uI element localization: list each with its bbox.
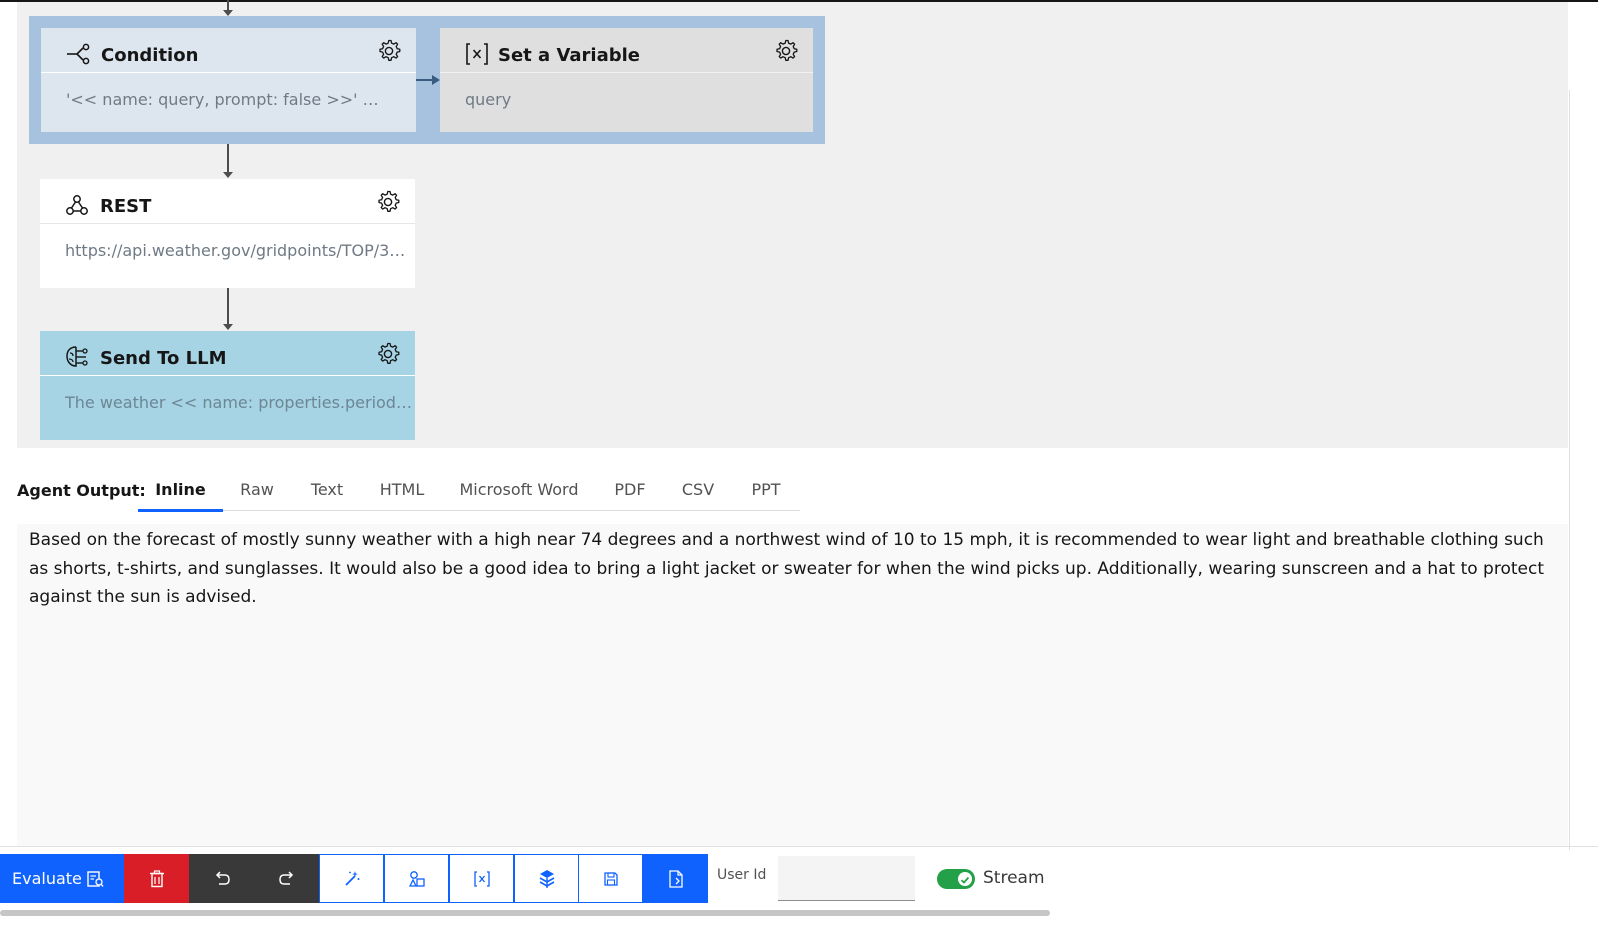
connector-arrow-rest-to-llm xyxy=(223,288,233,330)
node-subtitle: '<< name: query, prompt: false >>' == '' xyxy=(66,90,386,109)
toolbar-divider xyxy=(0,846,1598,847)
delete-button[interactable] xyxy=(124,854,189,903)
node-title: Condition xyxy=(101,45,199,66)
node-header xyxy=(40,179,415,223)
node-subtitle: The weather << name: properties.periods[… xyxy=(65,393,415,412)
webhook-icon xyxy=(66,195,88,215)
tab-raw[interactable]: Raw xyxy=(229,466,285,512)
tab-text[interactable]: Text xyxy=(299,466,355,512)
undo-icon xyxy=(215,870,230,885)
output-panel[interactable]: Based on the forecast of mostly sunny we… xyxy=(17,524,1568,846)
stream-label: Stream xyxy=(983,868,1045,888)
redo-button[interactable] xyxy=(254,854,319,903)
agent-button[interactable] xyxy=(514,854,579,903)
node-header xyxy=(41,28,416,72)
node-rest[interactable]: REST https://api.weather.gov/gridpoints/… xyxy=(40,179,415,288)
trash-icon xyxy=(149,869,164,887)
shapes-icon xyxy=(408,870,425,887)
gear-icon[interactable] xyxy=(375,189,401,215)
scrollbar-track[interactable] xyxy=(1569,90,1570,850)
gear-icon[interactable] xyxy=(773,38,799,64)
undo-button[interactable] xyxy=(189,854,254,903)
tab-csv[interactable]: CSV xyxy=(673,466,723,512)
stream-toggle[interactable] xyxy=(937,869,975,889)
variable-icon xyxy=(466,43,488,65)
tab-html[interactable]: HTML xyxy=(369,466,435,512)
export-button[interactable] xyxy=(643,854,708,903)
node-title: Send To LLM xyxy=(100,348,227,369)
evaluate-label: Evaluate xyxy=(12,869,82,888)
node-subtitle: https://api.weather.gov/gridpoints/TOP/3… xyxy=(65,241,415,260)
tab-pdf[interactable]: PDF xyxy=(603,466,657,512)
agent-output-label: Agent Output: xyxy=(17,481,146,500)
checkmark-icon xyxy=(960,876,970,884)
output-text: Based on the forecast of mostly sunny we… xyxy=(29,530,1544,607)
variables-button[interactable] xyxy=(449,854,514,903)
connector-arrow-condition-to-variable xyxy=(414,75,440,85)
tab-inline[interactable]: Inline xyxy=(138,466,223,512)
vertical-scrollbar[interactable] xyxy=(1568,2,1598,850)
horizontal-scrollbar[interactable] xyxy=(0,910,1050,916)
node-divider xyxy=(440,72,813,73)
node-divider xyxy=(41,72,416,73)
variable-icon xyxy=(473,870,490,887)
agent-icon xyxy=(539,869,554,888)
gear-icon[interactable] xyxy=(376,38,402,64)
tab-ppt[interactable]: PPT xyxy=(741,466,791,512)
node-divider xyxy=(40,375,415,376)
tab-microsoft-word[interactable]: Microsoft Word xyxy=(451,466,587,512)
gear-icon[interactable] xyxy=(375,341,401,367)
node-subtitle: query xyxy=(465,90,512,109)
node-divider xyxy=(40,223,415,224)
toggle-knob xyxy=(958,872,972,886)
ai-brain-icon xyxy=(66,346,88,367)
shapes-button[interactable] xyxy=(384,854,449,903)
evaluate-icon xyxy=(87,870,104,887)
node-set-variable[interactable]: Set a Variable query xyxy=(440,28,813,132)
connector-arrow-group-to-rest xyxy=(223,144,233,178)
branch-icon xyxy=(67,43,90,65)
save-icon xyxy=(603,871,618,886)
node-header xyxy=(40,331,415,375)
magic-wand-icon xyxy=(344,870,359,886)
magic-wand-button[interactable] xyxy=(319,854,384,903)
save-button[interactable] xyxy=(578,854,643,903)
user-id-input[interactable] xyxy=(778,856,915,901)
output-tabs: Agent Output: Inline Raw Text HTML Micro… xyxy=(17,466,817,512)
node-send-to-llm[interactable]: Send To LLM The weather << name: propert… xyxy=(40,331,415,440)
node-title: Set a Variable xyxy=(498,45,641,66)
node-condition[interactable]: Condition '<< name: query, prompt: false… xyxy=(41,28,416,132)
node-title: REST xyxy=(100,196,152,217)
evaluate-button[interactable]: Evaluate xyxy=(0,854,124,903)
user-id-label: User Id xyxy=(717,867,767,883)
redo-icon xyxy=(278,870,293,885)
export-icon xyxy=(668,869,683,888)
